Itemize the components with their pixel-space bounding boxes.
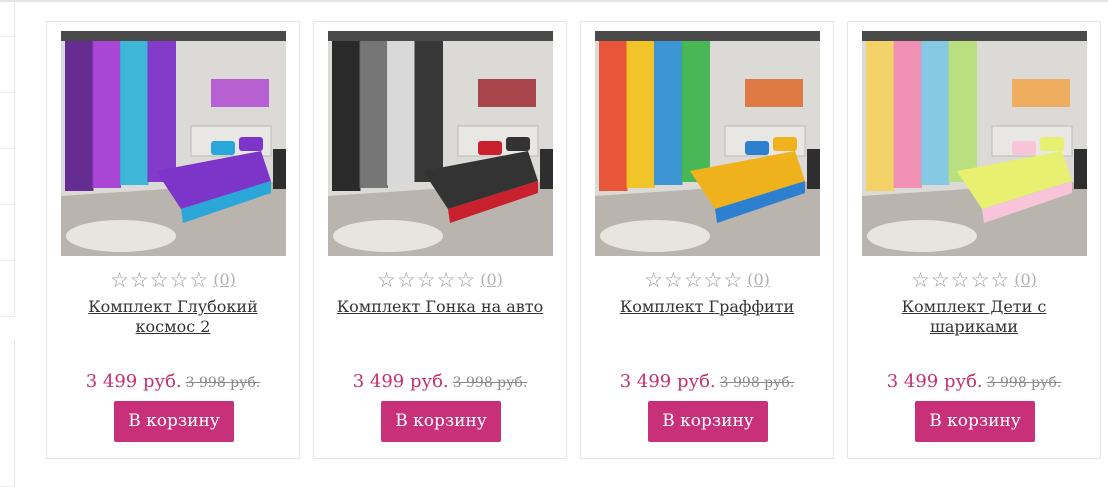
product-image[interactable] bbox=[595, 31, 820, 256]
curtain-panel bbox=[120, 41, 149, 185]
review-count-link[interactable]: (0) bbox=[213, 270, 236, 289]
top-divider bbox=[0, 0, 1108, 2]
wall-art bbox=[1012, 79, 1070, 107]
add-to-cart-button[interactable]: В корзину bbox=[381, 401, 501, 442]
nightstand bbox=[1074, 149, 1087, 189]
bedroom-scene-image bbox=[328, 31, 553, 256]
old-price: 3 998 руб. bbox=[719, 375, 795, 391]
rating-stars-icon: ☆☆☆☆☆ bbox=[110, 268, 210, 292]
curtain-panel bbox=[948, 41, 977, 182]
curtain-panel bbox=[65, 41, 94, 191]
current-price: 3 499 руб. bbox=[619, 371, 716, 392]
curtain-panel bbox=[332, 41, 361, 191]
pillow bbox=[773, 137, 797, 151]
left-sidebar-edge bbox=[0, 0, 15, 487]
wall-art bbox=[478, 79, 536, 107]
bedroom-scene-image bbox=[595, 31, 820, 256]
review-count-link[interactable]: (0) bbox=[1014, 270, 1037, 289]
product-rating: ☆☆☆☆☆ (0) bbox=[848, 269, 1100, 291]
add-to-cart-button[interactable]: В корзину bbox=[915, 401, 1035, 442]
curtain-panel bbox=[921, 41, 950, 185]
curtain-rod bbox=[595, 31, 820, 41]
curtain-panel bbox=[599, 41, 628, 191]
product-title-link[interactable]: Комплект Дети с шариками bbox=[868, 297, 1080, 337]
old-price: 3 998 руб. bbox=[986, 375, 1062, 391]
product-title-link[interactable]: Комплект Гонка на авто bbox=[334, 297, 546, 317]
curtain-panel bbox=[654, 41, 683, 185]
review-count-link[interactable]: (0) bbox=[480, 270, 503, 289]
pillow bbox=[211, 141, 235, 155]
curtain-panel bbox=[414, 41, 443, 182]
old-price: 3 998 руб. bbox=[185, 375, 261, 391]
curtain-rod bbox=[328, 31, 553, 41]
review-count-link[interactable]: (0) bbox=[747, 270, 770, 289]
product-image[interactable] bbox=[862, 31, 1087, 256]
product-card: ☆☆☆☆☆ (0) Комплект Дети с шариками 3 499 … bbox=[847, 21, 1101, 459]
product-rating: ☆☆☆☆☆ (0) bbox=[47, 269, 299, 291]
pillow bbox=[239, 137, 263, 151]
curtain-panel bbox=[359, 41, 388, 188]
curtain-rod bbox=[61, 31, 286, 41]
product-price: 3 499 руб. 3 998 руб. bbox=[848, 371, 1100, 392]
current-price: 3 499 руб. bbox=[85, 371, 182, 392]
bedroom-scene-image bbox=[862, 31, 1087, 256]
rating-stars-icon: ☆☆☆☆☆ bbox=[911, 268, 1011, 292]
curtain-panel bbox=[626, 41, 655, 188]
product-price: 3 499 руб. 3 998 руб. bbox=[47, 371, 299, 392]
pillow bbox=[478, 141, 502, 155]
curtain-panel bbox=[147, 41, 176, 182]
product-image[interactable] bbox=[61, 31, 286, 256]
product-image[interactable] bbox=[328, 31, 553, 256]
rating-stars-icon: ☆☆☆☆☆ bbox=[644, 268, 744, 292]
rug bbox=[66, 220, 176, 252]
curtain-panel bbox=[681, 41, 710, 182]
nightstand bbox=[807, 149, 820, 189]
rug bbox=[867, 220, 977, 252]
pillow bbox=[1012, 141, 1036, 155]
wall-art bbox=[745, 79, 803, 107]
product-card: ☆☆☆☆☆ (0) Комплект Глубокий космос 2 3 49… bbox=[46, 21, 300, 459]
product-card: ☆☆☆☆☆ (0) Комплект Гонка на авто 3 499 ру… bbox=[313, 21, 567, 459]
product-card: ☆☆☆☆☆ (0) Комплект Граффити 3 499 руб. 3 9… bbox=[580, 21, 834, 459]
current-price: 3 499 руб. bbox=[886, 371, 983, 392]
product-rating: ☆☆☆☆☆ (0) bbox=[314, 269, 566, 291]
rug bbox=[600, 220, 710, 252]
bedroom-scene-image bbox=[61, 31, 286, 256]
nightstand bbox=[540, 149, 553, 189]
curtain-rod bbox=[862, 31, 1087, 41]
pillow bbox=[1040, 137, 1064, 151]
product-price: 3 499 руб. 3 998 руб. bbox=[581, 371, 833, 392]
add-to-cart-button[interactable]: В корзину bbox=[114, 401, 234, 442]
curtain-panel bbox=[92, 41, 121, 188]
wall-art bbox=[211, 79, 269, 107]
current-price: 3 499 руб. bbox=[352, 371, 449, 392]
product-title-link[interactable]: Комплект Глубокий космос 2 bbox=[67, 297, 279, 337]
curtain-panel bbox=[893, 41, 922, 188]
product-title-link[interactable]: Комплект Граффити bbox=[601, 297, 813, 317]
pillow bbox=[745, 141, 769, 155]
pillow bbox=[506, 137, 530, 151]
product-rating: ☆☆☆☆☆ (0) bbox=[581, 269, 833, 291]
add-to-cart-button[interactable]: В корзину bbox=[648, 401, 768, 442]
curtain-panel bbox=[387, 41, 416, 185]
old-price: 3 998 руб. bbox=[452, 375, 528, 391]
product-price: 3 499 руб. 3 998 руб. bbox=[314, 371, 566, 392]
rating-stars-icon: ☆☆☆☆☆ bbox=[377, 268, 477, 292]
curtain-panel bbox=[866, 41, 895, 191]
nightstand bbox=[273, 149, 286, 189]
rug bbox=[333, 220, 443, 252]
